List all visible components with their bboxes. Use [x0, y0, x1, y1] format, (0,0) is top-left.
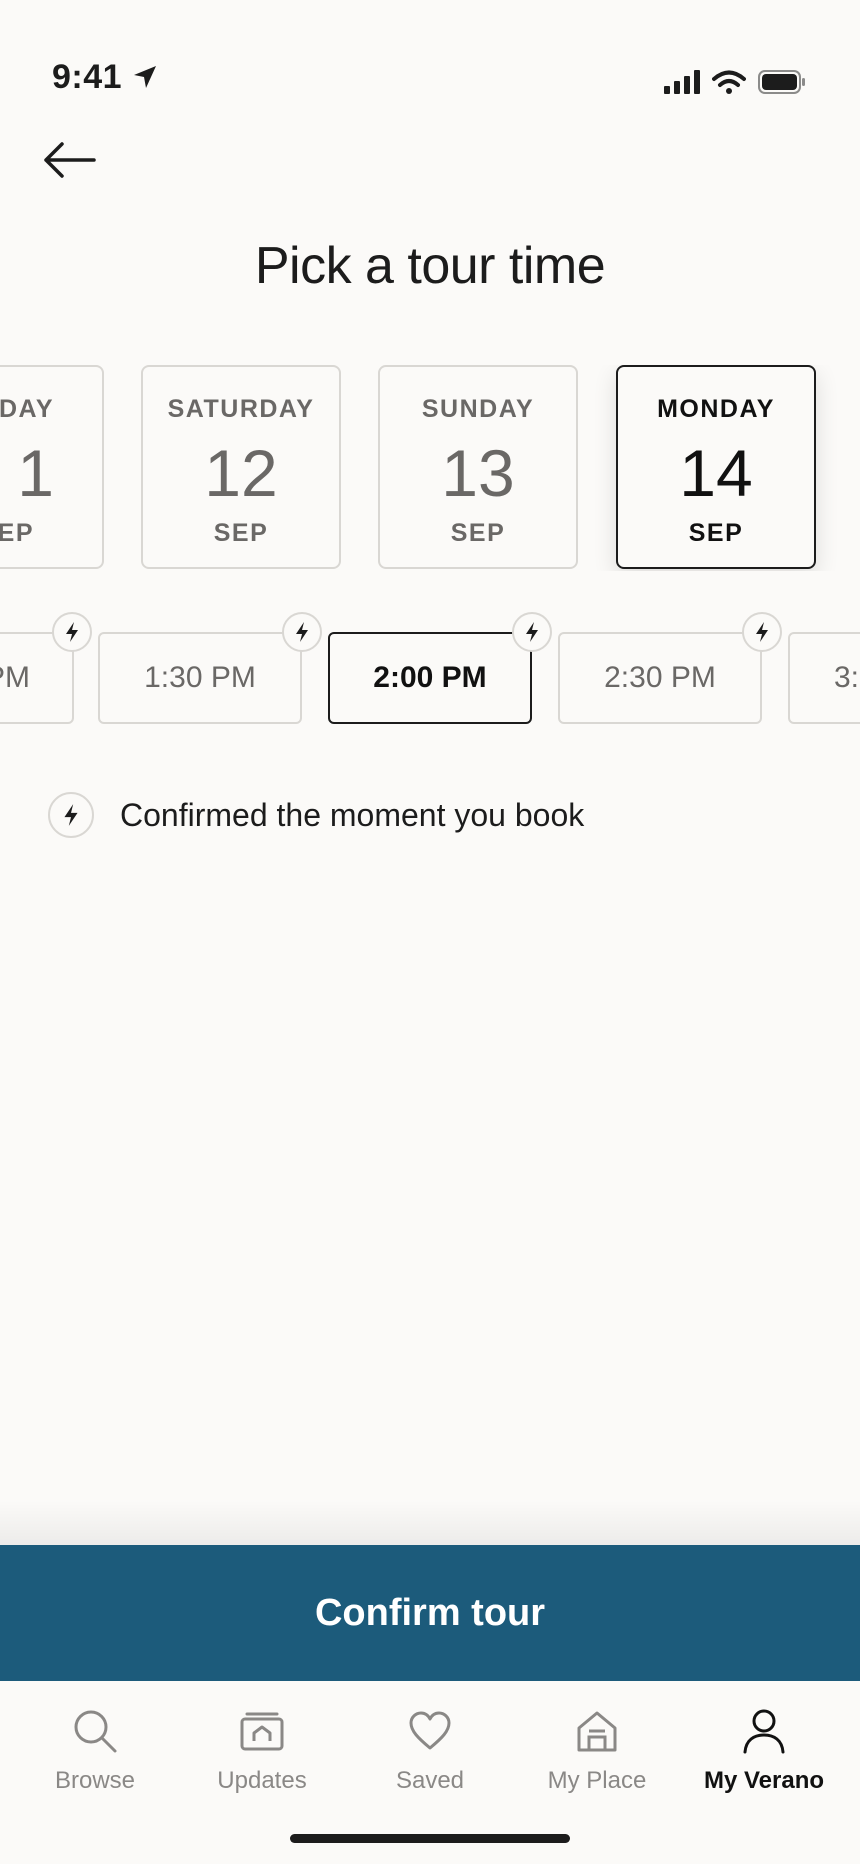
tab-my-verano[interactable]: My Verano	[684, 1701, 844, 1795]
date-dow: SUNDAY	[421, 395, 535, 423]
time-label: 1:30 PM	[144, 661, 256, 694]
time-chip[interactable]: 2:30 PM	[558, 632, 762, 724]
date-card-selected[interactable]: MONDAY 14 SEP	[616, 365, 816, 569]
instant-confirm-text: Confirmed the moment you book	[120, 796, 585, 833]
status-time: 9:41	[52, 58, 123, 96]
date-picker: DAY 1 EP SATURDAY 12 SEP SUNDAY 13 SEP M…	[0, 365, 860, 571]
date-month: EP	[0, 519, 34, 547]
lightning-icon	[66, 622, 78, 642]
date-dow: MONDAY	[657, 395, 775, 423]
date-month: SEP	[688, 519, 744, 547]
page-title: Pick a tour time	[254, 237, 606, 295]
signal-icon	[664, 70, 700, 94]
home-indicator	[290, 1834, 570, 1843]
person-icon	[743, 1709, 785, 1754]
tab-label: My Place	[547, 1767, 647, 1794]
location-arrow-icon	[134, 66, 156, 88]
time-label: 2:00 PM	[373, 661, 487, 694]
confirm-tour-button[interactable]: Confirm tour	[0, 1545, 860, 1681]
instant-confirm-note: Confirmed the moment you book	[48, 792, 584, 838]
date-month: SEP	[450, 519, 506, 547]
tab-label: My Verano	[703, 1767, 825, 1794]
date-card[interactable]: SUNDAY 13 SEP	[378, 365, 578, 569]
time-label: PM	[0, 661, 30, 694]
date-day: 13	[441, 436, 515, 510]
time-picker: PM 1:30 PM 2:00 PM 2:30 PM 3:	[0, 610, 860, 730]
tab-updates[interactable]: Updates	[182, 1701, 342, 1795]
date-day: 14	[679, 436, 753, 510]
confirm-shadow	[0, 1500, 860, 1546]
search-icon	[74, 1710, 117, 1753]
home-icon	[577, 1711, 617, 1752]
instant-book-badge	[742, 612, 782, 652]
tab-my-place[interactable]: My Place	[517, 1701, 677, 1795]
time-chip[interactable]: 1:30 PM	[98, 632, 302, 724]
status-bar: 9:41	[0, 0, 860, 160]
status-icons	[664, 70, 806, 94]
time-chip[interactable]: 3:	[788, 632, 860, 724]
date-month: SEP	[213, 519, 269, 547]
updates-icon	[240, 1712, 284, 1751]
lightning-icon	[756, 622, 768, 642]
date-card[interactable]: SATURDAY 12 SEP	[141, 365, 341, 569]
instant-book-badge	[52, 612, 92, 652]
battery-icon	[758, 70, 805, 94]
wifi-icon	[712, 70, 746, 94]
date-day: 1	[17, 436, 54, 510]
tab-label: Updates	[217, 1767, 307, 1794]
back-button[interactable]	[40, 135, 100, 185]
tab-saved[interactable]: Saved	[350, 1701, 510, 1795]
instant-book-badge	[282, 612, 322, 652]
instant-book-badge	[512, 612, 552, 652]
date-dow: SATURDAY	[167, 395, 315, 423]
lightning-icon	[64, 804, 78, 826]
tab-label: Browse	[54, 1767, 136, 1794]
date-card[interactable]: DAY 1 EP	[0, 365, 104, 569]
arrow-left-icon	[44, 142, 96, 178]
time-chip-selected[interactable]: 2:00 PM	[328, 632, 532, 724]
lightning-icon	[526, 622, 538, 642]
date-day: 12	[204, 436, 278, 510]
date-dow: DAY	[0, 395, 54, 423]
lightning-icon	[296, 622, 308, 642]
instant-book-badge	[48, 792, 94, 838]
heart-icon	[409, 1711, 451, 1750]
time-label: 2:30 PM	[604, 661, 716, 694]
tab-browse[interactable]: Browse	[15, 1701, 175, 1795]
time-label: 3:	[834, 661, 860, 694]
tab-label: Saved	[395, 1767, 465, 1794]
